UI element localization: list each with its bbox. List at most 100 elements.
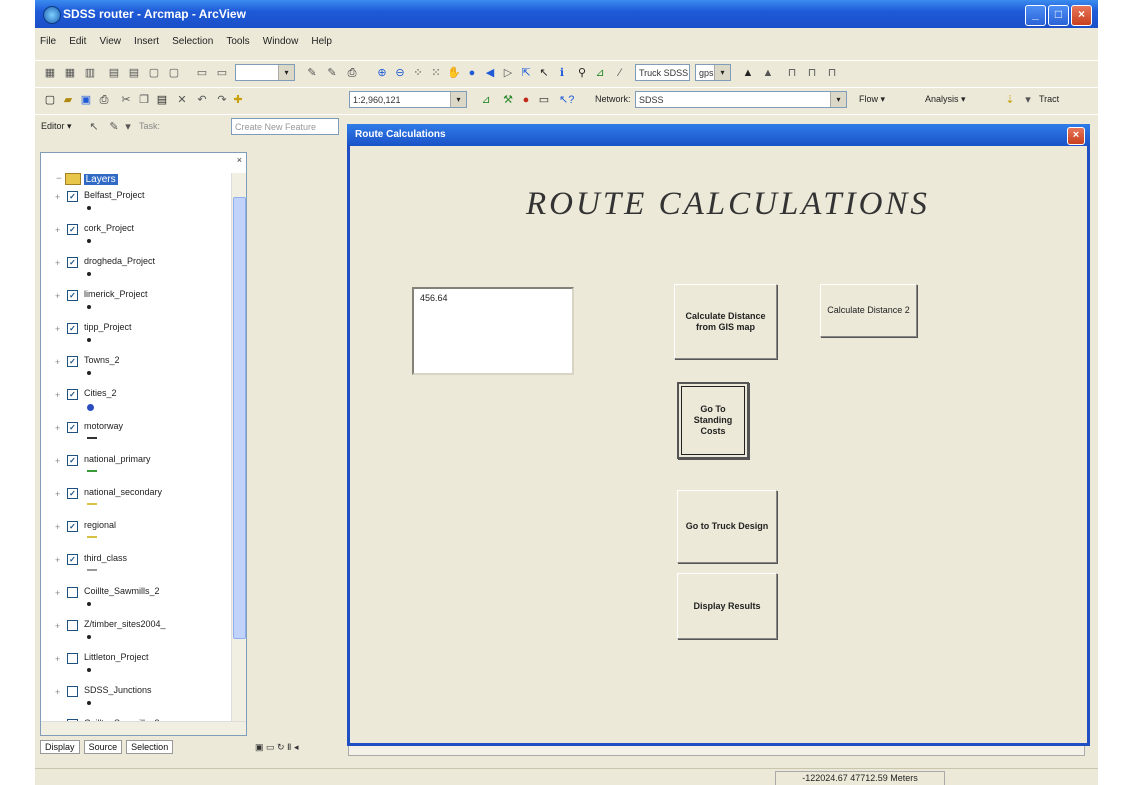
draw-tool-icon-2[interactable]: ✎ bbox=[325, 66, 339, 80]
layer-visibility-checkbox[interactable] bbox=[67, 686, 78, 697]
layer-item[interactable]: + ✓ third_class bbox=[55, 553, 230, 586]
arctoolbox-icon[interactable]: ⚒ bbox=[501, 93, 515, 107]
network-tool-icon-2[interactable]: ▲ bbox=[761, 66, 775, 80]
sketch-dropdown-icon[interactable]: ▾ bbox=[121, 120, 135, 134]
expand-icon[interactable]: + bbox=[55, 687, 60, 697]
fixed-zoom-out-icon[interactable]: ⁙ bbox=[429, 66, 443, 80]
menu-insert[interactable]: Insert bbox=[129, 34, 164, 49]
layer-item[interactable]: + Z/timber_sites2004_ bbox=[55, 619, 230, 652]
whats-this-icon[interactable]: ↖? bbox=[559, 93, 574, 107]
analysis-menu[interactable]: Analysis ▾ bbox=[925, 94, 966, 105]
back-extent-icon[interactable]: ◀ bbox=[483, 66, 497, 80]
expand-icon[interactable]: + bbox=[55, 225, 60, 235]
find-icon[interactable]: ⚲ bbox=[575, 66, 589, 80]
grid-icon-2[interactable]: ▤ bbox=[127, 66, 141, 80]
layer-item[interactable]: + ✓ motorway bbox=[55, 421, 230, 454]
menu-help[interactable]: Help bbox=[306, 34, 337, 49]
expand-icon[interactable]: + bbox=[55, 423, 60, 433]
expand-icon[interactable]: + bbox=[55, 324, 60, 334]
print-icon-2[interactable]: ⎙ bbox=[97, 93, 111, 107]
expand-icon[interactable]: + bbox=[55, 291, 60, 301]
layer-item[interactable]: + ✓ Belfast_Project bbox=[55, 190, 230, 223]
tab-display[interactable]: Display bbox=[40, 740, 80, 754]
paste-icon[interactable]: ▤ bbox=[155, 93, 169, 107]
edit-tool-icon[interactable]: ↖ bbox=[87, 120, 101, 134]
close-button[interactable]: × bbox=[1071, 5, 1092, 26]
select-pointer-icon[interactable]: ↖ bbox=[537, 66, 551, 80]
expand-icon[interactable]: + bbox=[55, 522, 60, 532]
layer-visibility-checkbox[interactable]: ✓ bbox=[67, 389, 78, 400]
layer-visibility-checkbox[interactable]: ✓ bbox=[67, 323, 78, 334]
truck-design-button[interactable]: Go to Truck Design bbox=[677, 490, 777, 563]
layer-item[interactable]: + ✓ limerick_Project bbox=[55, 289, 230, 322]
network-tool-icon-5[interactable]: ⊓ bbox=[825, 66, 839, 80]
toc-vertical-scrollbar[interactable] bbox=[231, 173, 246, 721]
layer-item[interactable]: + ✓ Towns_2 bbox=[55, 355, 230, 388]
layer-item[interactable]: + ✓ regional bbox=[55, 520, 230, 553]
layer-visibility-checkbox[interactable] bbox=[67, 587, 78, 598]
new-document-icon[interactable]: ▢ bbox=[43, 93, 57, 107]
tab-selection[interactable]: Selection bbox=[126, 740, 174, 754]
task-combo[interactable]: Create New Feature bbox=[231, 118, 339, 135]
select-elements-icon[interactable]: ▦ bbox=[43, 66, 57, 80]
network-tool-icon[interactable]: ▲ bbox=[741, 66, 755, 80]
arctoolbox-red-icon[interactable]: ● bbox=[519, 93, 533, 107]
network-tool-icon-3[interactable]: ⊓ bbox=[785, 66, 799, 80]
copy-icon[interactable]: ❐ bbox=[137, 93, 151, 107]
expand-icon[interactable]: + bbox=[55, 588, 60, 598]
dialog-close-button[interactable]: × bbox=[1067, 127, 1085, 145]
zoom-in-icon[interactable]: ⊕ bbox=[375, 66, 389, 80]
menu-tools[interactable]: Tools bbox=[221, 34, 254, 49]
layer-item[interactable]: + ✓ tipp_Project bbox=[55, 322, 230, 355]
menu-view[interactable]: View bbox=[94, 34, 126, 49]
trace-dropdown-icon[interactable]: ▾ bbox=[1021, 93, 1035, 107]
expand-icon[interactable]: + bbox=[55, 555, 60, 565]
layer-item[interactable]: + SDSS_Junctions bbox=[55, 685, 230, 718]
expand-icon[interactable]: + bbox=[55, 258, 60, 268]
editor-menu[interactable]: Editor ▾ bbox=[41, 121, 72, 132]
grid-icon[interactable]: ▤ bbox=[107, 66, 121, 80]
redo-icon[interactable]: ↷ bbox=[215, 93, 229, 107]
display-results-button[interactable]: Display Results bbox=[677, 573, 777, 639]
distance-output-box[interactable]: 456.64 bbox=[412, 287, 574, 375]
layer-visibility-checkbox[interactable]: ✓ bbox=[67, 257, 78, 268]
delete-icon[interactable]: ✕ bbox=[175, 93, 189, 107]
layer-item[interactable]: + ✓ cork_Project bbox=[55, 223, 230, 256]
topology-icon[interactable]: ▥ bbox=[83, 66, 97, 80]
map-scale-combo[interactable]: 1:2,960,121 ▾ bbox=[349, 91, 467, 108]
grid-icon-4[interactable]: ▢ bbox=[167, 66, 181, 80]
layers-root[interactable]: − Layers bbox=[56, 173, 118, 185]
network-combo[interactable]: SDSS ▾ bbox=[635, 91, 847, 108]
cut-icon[interactable]: ✂ bbox=[119, 93, 133, 107]
hyperlink-icon[interactable]: ∕ bbox=[613, 66, 627, 80]
save-icon[interactable]: ▣ bbox=[79, 93, 93, 107]
menu-window[interactable]: Window bbox=[258, 34, 304, 49]
select-features-icon[interactable]: ⇱ bbox=[519, 66, 533, 80]
zoom-out-icon[interactable]: ⊖ bbox=[393, 66, 407, 80]
open-icon[interactable]: ▰ bbox=[61, 93, 75, 107]
zoom-percent-combo[interactable]: ▾ bbox=[235, 64, 295, 81]
calculate-distance-gis-button[interactable]: Calculate Distance from GIS map bbox=[674, 284, 777, 359]
grid-icon-3[interactable]: ▢ bbox=[147, 66, 161, 80]
menu-file[interactable]: File bbox=[35, 34, 61, 49]
layer-visibility-checkbox[interactable]: ✓ bbox=[67, 290, 78, 301]
scroll-thumb[interactable] bbox=[233, 197, 246, 639]
layer-visibility-checkbox[interactable]: ✓ bbox=[67, 356, 78, 367]
draw-tool-icon[interactable]: ✎ bbox=[305, 66, 319, 80]
gps-combo[interactable]: gps ▾ bbox=[695, 64, 731, 81]
full-extent-icon[interactable]: ● bbox=[465, 66, 479, 80]
expand-icon[interactable]: + bbox=[55, 489, 60, 499]
view-toggle-icons[interactable]: ▣ ▭ ↻ Ⅱ ◂ bbox=[255, 742, 299, 753]
sketch-tool-icon[interactable]: ✎ bbox=[107, 120, 121, 134]
print-icon[interactable]: ⎙ bbox=[345, 66, 359, 80]
menu-selection[interactable]: Selection bbox=[167, 34, 218, 49]
collapse-icon[interactable]: − bbox=[56, 174, 62, 185]
layer-visibility-checkbox[interactable]: ✓ bbox=[67, 554, 78, 565]
layer-item[interactable]: + ✓ drogheda_Project bbox=[55, 256, 230, 289]
layer-item[interactable]: + Coillte_Sawmills_2 bbox=[55, 586, 230, 619]
expand-icon[interactable]: + bbox=[55, 654, 60, 664]
menu-edit[interactable]: Edit bbox=[64, 34, 91, 49]
edit-vertices-icon[interactable]: ▦ bbox=[63, 66, 77, 80]
pan-icon[interactable]: ✋ bbox=[447, 66, 461, 80]
trace-task-icon[interactable]: ⇣ bbox=[1003, 93, 1017, 107]
